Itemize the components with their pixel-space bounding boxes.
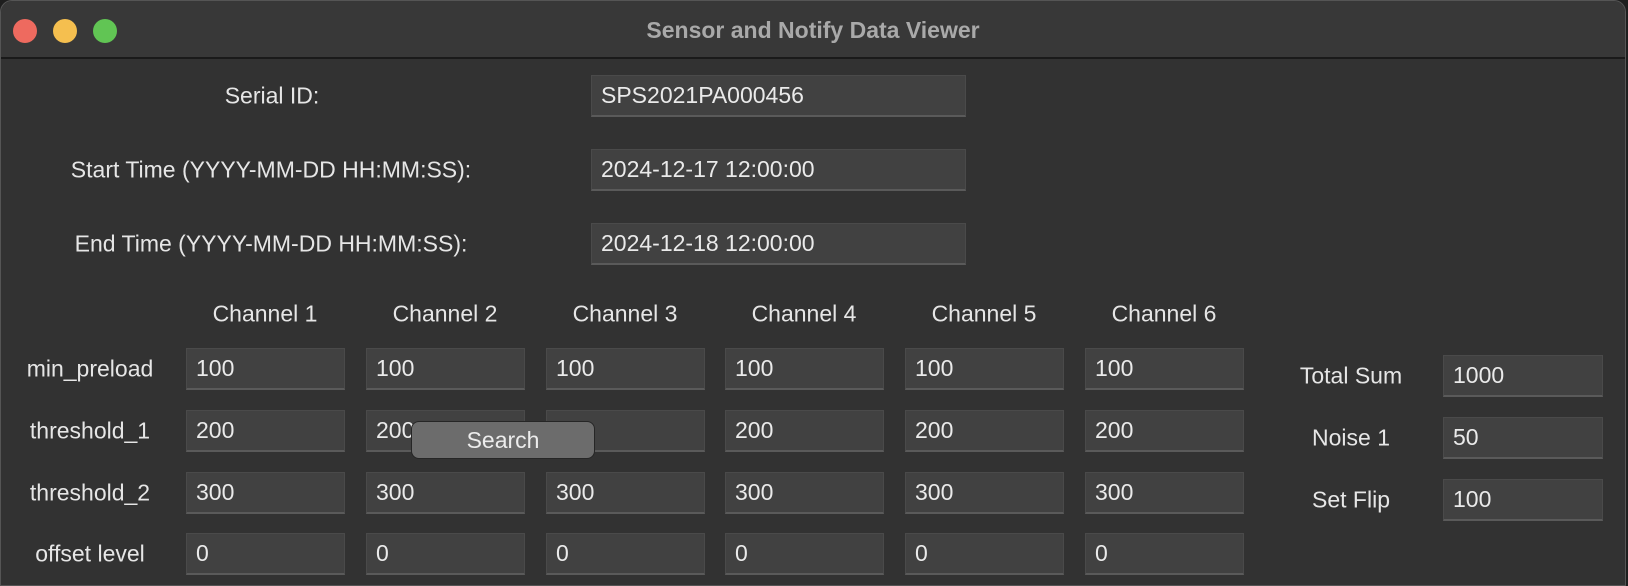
channel-header: Channel 5 xyxy=(931,300,1037,327)
start-time-label: Start Time (YYYY-MM-DD HH:MM:SS): xyxy=(70,156,472,183)
channel-value-input[interactable] xyxy=(186,533,345,575)
title-bar: Sensor and Notify Data Viewer xyxy=(1,1,1625,59)
channel-value-input[interactable] xyxy=(546,533,705,575)
row-label: offset level xyxy=(35,540,145,567)
side-label: Noise 1 xyxy=(1312,424,1390,451)
side-label: Set Flip xyxy=(1312,486,1390,513)
channel-value-input[interactable] xyxy=(546,472,705,514)
window-title: Sensor and Notify Data Viewer xyxy=(646,17,980,43)
channel-value-input[interactable] xyxy=(366,472,525,514)
channel-header: Channel 4 xyxy=(751,300,857,327)
side-value-input[interactable] xyxy=(1443,417,1603,459)
channel-header: Channel 3 xyxy=(572,300,678,327)
channel-value-input[interactable] xyxy=(905,410,1064,452)
channel-value-input[interactable] xyxy=(725,410,884,452)
app-window: Sensor and Notify Data Viewer Serial ID:… xyxy=(0,0,1626,586)
serial-id-input[interactable] xyxy=(591,75,966,117)
row-label: min_preload xyxy=(26,355,154,382)
channel-value-input[interactable] xyxy=(725,533,884,575)
serial-id-label: Serial ID: xyxy=(224,82,320,109)
channel-value-input[interactable] xyxy=(366,348,525,390)
channel-value-input[interactable] xyxy=(1085,410,1244,452)
channel-header: Channel 6 xyxy=(1111,300,1217,327)
channel-value-input[interactable] xyxy=(546,348,705,390)
row-label: threshold_2 xyxy=(29,479,151,506)
side-label: Total Sum xyxy=(1299,362,1403,389)
side-value-input[interactable] xyxy=(1443,479,1603,521)
channel-value-input[interactable] xyxy=(1085,348,1244,390)
channel-value-input[interactable] xyxy=(186,348,345,390)
search-button[interactable]: Search xyxy=(411,421,595,459)
row-label: threshold_1 xyxy=(29,417,151,444)
channel-value-input[interactable] xyxy=(725,472,884,514)
channel-value-input[interactable] xyxy=(905,533,1064,575)
channel-value-input[interactable] xyxy=(1085,472,1244,514)
channel-value-input[interactable] xyxy=(905,348,1064,390)
channel-header: Channel 1 xyxy=(212,300,318,327)
side-value-input[interactable] xyxy=(1443,355,1603,397)
channel-value-input[interactable] xyxy=(725,348,884,390)
start-time-input[interactable] xyxy=(591,149,966,191)
channel-value-input[interactable] xyxy=(186,410,345,452)
channel-value-input[interactable] xyxy=(186,472,345,514)
channel-value-input[interactable] xyxy=(366,533,525,575)
channel-header: Channel 2 xyxy=(392,300,498,327)
end-time-label: End Time (YYYY-MM-DD HH:MM:SS): xyxy=(74,230,468,257)
channel-value-input[interactable] xyxy=(905,472,1064,514)
channel-value-input[interactable] xyxy=(1085,533,1244,575)
end-time-input[interactable] xyxy=(591,223,966,265)
